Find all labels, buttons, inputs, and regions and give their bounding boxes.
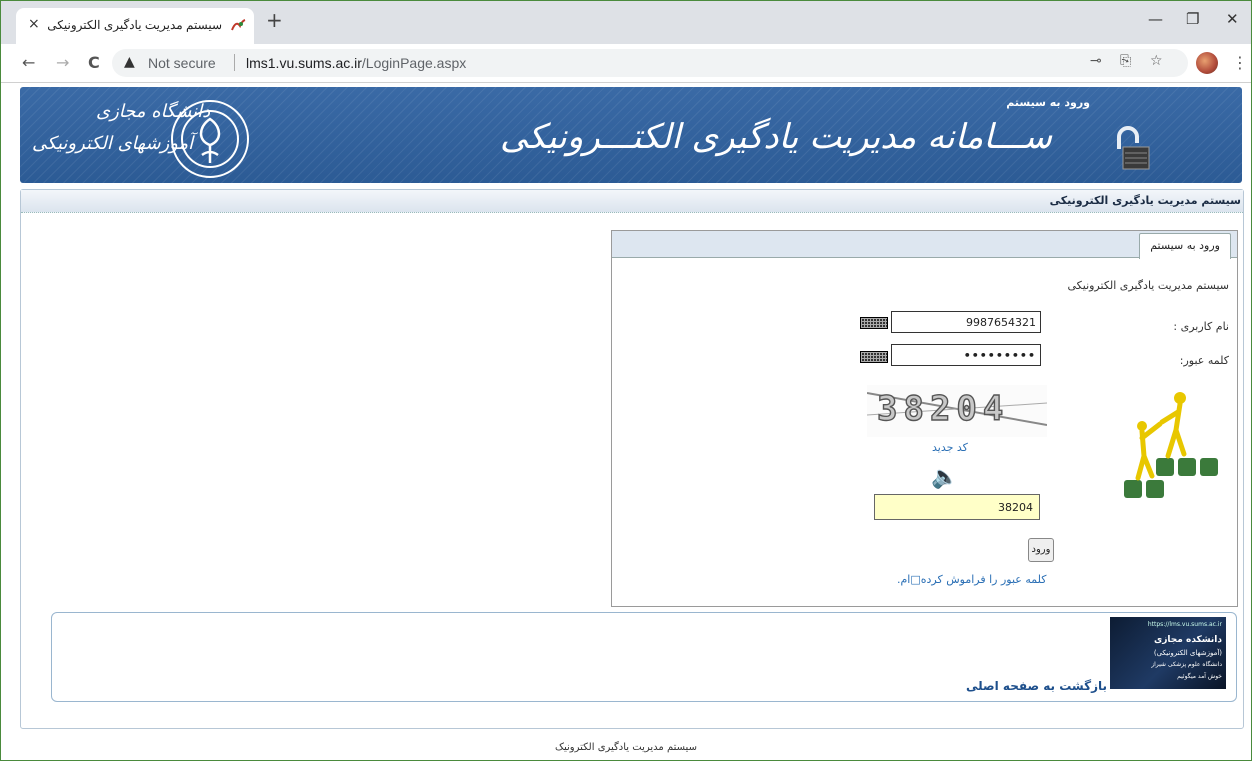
address-separator: [234, 54, 235, 71]
warning-icon[interactable]: ▲: [124, 54, 135, 70]
lock-icon: [1117, 126, 1150, 170]
captcha-input[interactable]: 38204: [874, 494, 1040, 520]
close-window-button[interactable]: ✕: [1226, 10, 1239, 28]
url-path: /LoginPage.aspx: [361, 55, 467, 71]
address-bar[interactable]: ▲ Not secure lms1.vu.sums.ac.ir/LoginPag…: [112, 49, 1188, 77]
reload-button[interactable]: C: [88, 53, 100, 72]
browser-tab-strip: × سیستم مدیریت یادگیری الکترونیکی + — ❐ …: [0, 0, 1252, 44]
new-captcha-link[interactable]: کد جدید: [932, 441, 968, 454]
address-url[interactable]: lms1.vu.sums.ac.ir/LoginPage.aspx: [246, 55, 466, 71]
thumb-line-4: خوش آمد میگوئیم: [1177, 673, 1222, 680]
browser-tab[interactable]: × سیستم مدیریت یادگیری الکترونیکی: [16, 8, 254, 44]
page-subheader: سیستم مدیریت یادگیری الکترونیکی: [21, 190, 1243, 213]
tab-title: سیستم مدیریت یادگیری الکترونیکی: [47, 18, 222, 32]
tab-close-icon[interactable]: ×: [28, 16, 40, 32]
virtual-keyboard-icon[interactable]: [860, 351, 888, 363]
login-panel: ورود به سیستم سیستم مدیریت یادگیری الکتر…: [611, 230, 1238, 607]
forgot-password-link[interactable]: کلمه عبور را فراموش کرده□ام.: [897, 573, 1046, 586]
page-footer: سیستم مدیریت یادگیری الکترونیک: [555, 742, 697, 753]
username-field[interactable]: 9987654321: [891, 311, 1041, 333]
speaker-icon[interactable]: 🔈: [931, 465, 958, 490]
key-icon[interactable]: ⊸: [1090, 53, 1102, 69]
virtual-keyboard-icon[interactable]: [860, 317, 888, 329]
back-button[interactable]: ←: [22, 53, 35, 72]
banner-thumbnail[interactable]: https://lms.vu.sums.ac.ir دانشکده مجازی …: [1110, 617, 1226, 689]
translate-icon[interactable]: ⎘: [1120, 53, 1131, 69]
thumb-subtitle: (آموزشهای الکترونیکی): [1153, 649, 1222, 657]
restore-button[interactable]: ❐: [1186, 10, 1199, 28]
banner-title: ســـامانه مدیریت یادگیری الکتـــرونیکی: [500, 117, 1053, 157]
thumb-title: دانشکده مجازی: [1154, 635, 1222, 645]
climbing-figures-icon: [1124, 392, 1218, 498]
password-field[interactable]: •••••••••: [891, 344, 1041, 366]
login-tabbar: ورود به سیستم: [612, 231, 1237, 259]
thumb-line-3: دانشگاه علوم پزشکی شیراز: [1151, 661, 1222, 668]
login-heading: سیستم مدیریت یادگیری الکترونیکی: [1067, 279, 1230, 292]
login-button[interactable]: ورود: [1028, 538, 1054, 562]
password-label: کلمه عبور:: [1179, 354, 1229, 367]
site-banner: دانشگاه مجازی آموزشهای الکترونیکی ســـام…: [20, 87, 1242, 183]
profile-avatar[interactable]: [1196, 52, 1218, 74]
tab-login[interactable]: ورود به سیستم: [1139, 233, 1231, 259]
minimize-button[interactable]: —: [1148, 10, 1163, 28]
security-label[interactable]: Not secure: [148, 55, 216, 71]
menu-icon[interactable]: ⋮: [1232, 53, 1248, 72]
bottom-box: https://lms.vu.sums.ac.ir دانشکده مجازی …: [51, 612, 1237, 702]
back-to-home-link[interactable]: بازگشت به صفحه اصلی: [966, 679, 1107, 693]
banner-login-label: ورود به سیستم: [1006, 96, 1090, 109]
university-emblem-icon: [171, 100, 249, 178]
username-label: نام کاربری :: [1173, 320, 1229, 333]
captcha-image: 38204: [867, 385, 1047, 437]
captcha-text: 38204: [876, 388, 1010, 429]
site-favicon-icon: [231, 19, 246, 31]
thumb-url: https://lms.vu.sums.ac.ir: [1147, 621, 1222, 628]
browser-toolbar: ← → C ▲ Not secure lms1.vu.sums.ac.ir/Lo…: [0, 44, 1252, 83]
url-host: lms1.vu.sums.ac.ir: [246, 55, 362, 71]
new-tab-button[interactable]: +: [266, 8, 283, 32]
subheader-title: سیستم مدیریت یادگیری الکترونیکی: [1049, 194, 1241, 207]
star-icon[interactable]: ☆: [1150, 53, 1163, 69]
forward-button[interactable]: →: [56, 53, 69, 72]
